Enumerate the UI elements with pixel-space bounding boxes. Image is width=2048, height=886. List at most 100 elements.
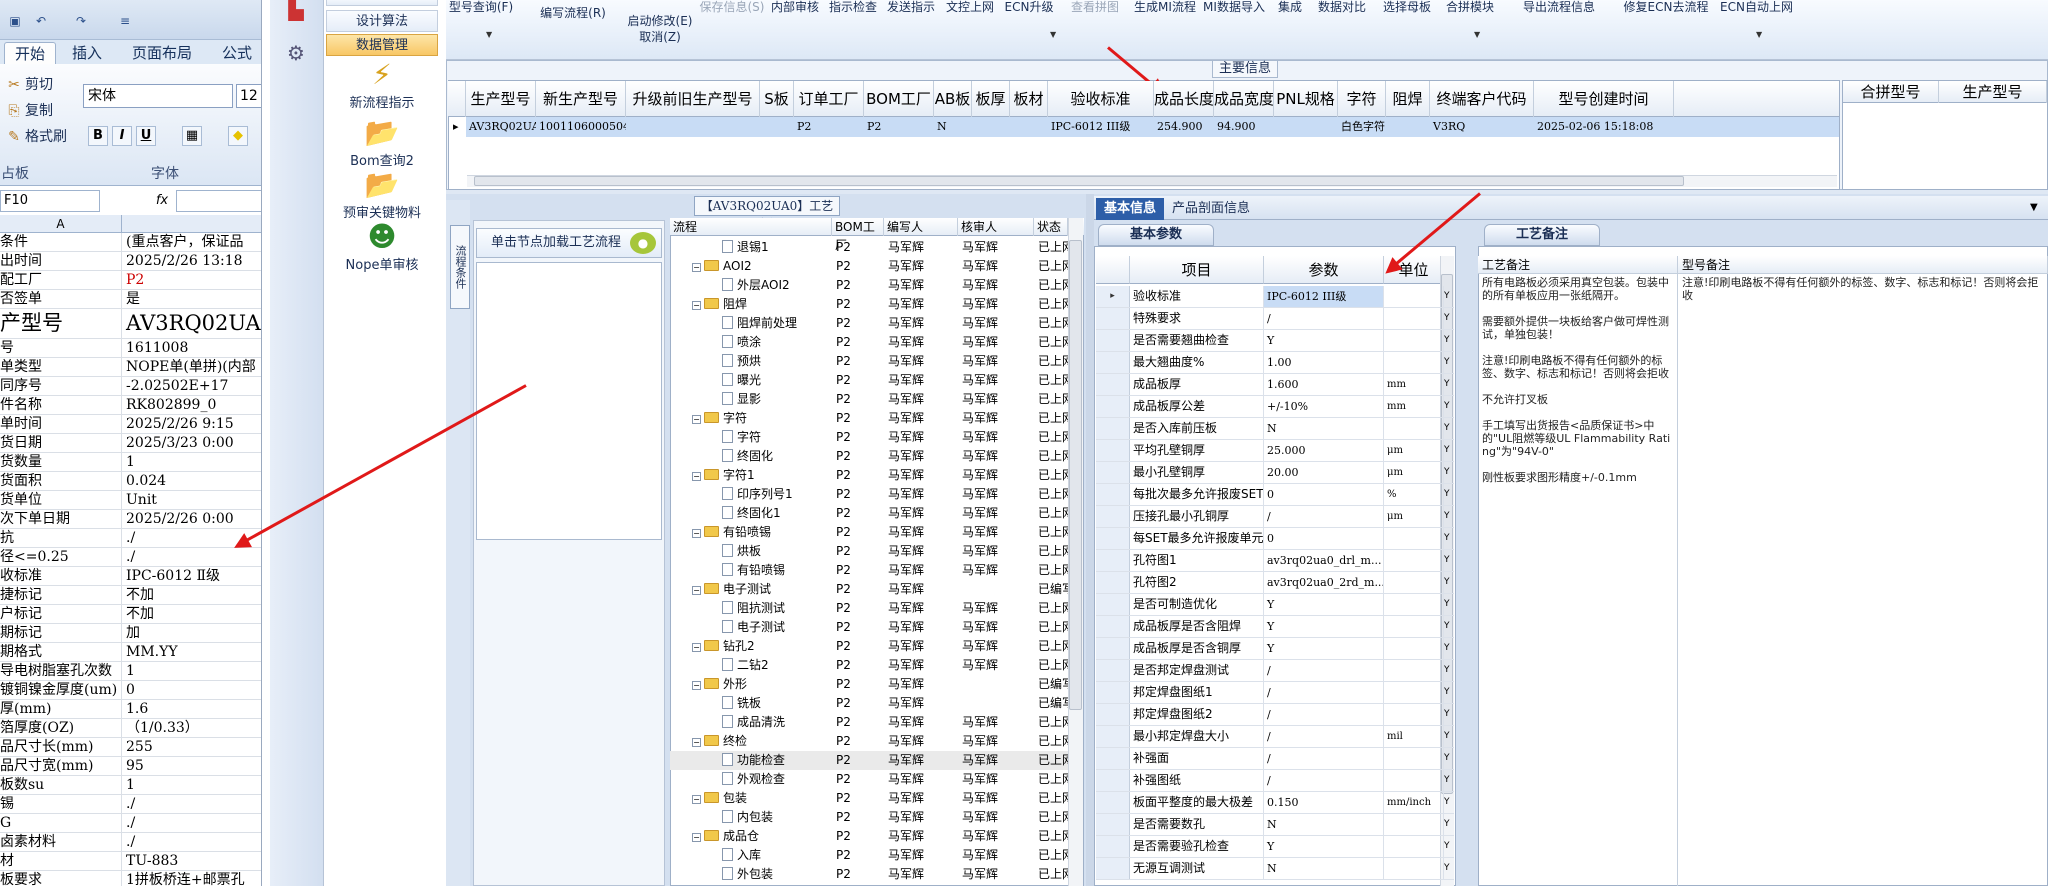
main-info-col-header[interactable]: 订单工厂 bbox=[794, 81, 864, 117]
underline-button[interactable]: U bbox=[136, 126, 156, 146]
tree-row[interactable]: 曝光 P2 马军辉 马军辉 已上网 bbox=[670, 371, 1068, 390]
cell-b[interactable]: 不加 bbox=[122, 586, 261, 604]
param-row[interactable]: 孔符图1 av3rq02ua0_drl_m... Y bbox=[1096, 550, 1454, 572]
param-value[interactable]: 0.150 bbox=[1264, 792, 1384, 813]
cell-a[interactable]: 导电树脂塞孔次数 bbox=[0, 662, 122, 680]
tab-home[interactable]: 开始 bbox=[4, 42, 57, 64]
tree-node[interactable]: 阻抗测试 bbox=[670, 599, 832, 618]
format-painter-button[interactable]: ✎ 格式刷 bbox=[6, 126, 67, 146]
tree-row[interactable]: 入库 P2 马军辉 马军辉 已上网 bbox=[670, 846, 1068, 865]
tree-node[interactable]: 退锡1 bbox=[670, 238, 832, 257]
merge-model-col-header[interactable]: 合拼型号 bbox=[1843, 81, 1939, 103]
cell-a[interactable]: 捷标记 bbox=[0, 586, 122, 604]
cell-a[interactable]: 单时间 bbox=[0, 415, 122, 433]
tree-row[interactable]: − AOI2 P2 马军辉 马军辉 已上网 bbox=[670, 257, 1068, 276]
main-info-cell[interactable]: IPC-6012 III级 bbox=[1048, 117, 1154, 137]
cell-a[interactable]: 箔厚度(OZ) bbox=[0, 719, 122, 737]
tree-node[interactable]: 有铅喷锡 bbox=[670, 561, 832, 580]
cell-a[interactable]: 次下单日期 bbox=[0, 510, 122, 528]
tree-row[interactable]: 功能检查 P2 马军辉 马军辉 已上网 bbox=[670, 751, 1068, 770]
cell-b[interactable]: 255 bbox=[122, 738, 261, 756]
param-row[interactable]: 特殊要求 / Y bbox=[1096, 308, 1454, 330]
param-value[interactable]: av3rq02ua0_drl_m... bbox=[1264, 550, 1384, 571]
param-row[interactable]: 孔符图2 av3rq02ua0_2rd_m... Y bbox=[1096, 572, 1454, 594]
param-row[interactable]: 平均孔壁铜厚 25.000 μm Y bbox=[1096, 440, 1454, 462]
process-tree-vscroll-thumb[interactable] bbox=[1069, 240, 1082, 710]
cell-b[interactable]: 2025/2/26 9:15 bbox=[122, 415, 261, 433]
factory-icon[interactable]: ▙ bbox=[278, 0, 314, 24]
column-header-a[interactable]: A bbox=[0, 215, 122, 233]
param-row[interactable]: 邦定焊盘图纸2/ Y bbox=[1096, 704, 1454, 726]
main-info-col-header[interactable]: 字符 bbox=[1338, 81, 1386, 117]
tree-row[interactable]: − 包装 P2 马军辉 马军辉 已上网 bbox=[670, 789, 1068, 808]
collapse-icon[interactable]: − bbox=[692, 472, 701, 481]
cell-a[interactable]: 材 bbox=[0, 852, 122, 870]
toolbar-button[interactable]: 编写流程(R) bbox=[530, 4, 616, 21]
merge-model-col-header[interactable]: 生产型号 bbox=[1939, 81, 2047, 103]
font-size-select[interactable]: 12 bbox=[236, 84, 261, 108]
undo-icon[interactable]: ↶ bbox=[34, 14, 48, 28]
cell-a[interactable]: 户标记 bbox=[0, 605, 122, 623]
cell-b[interactable]: 0 bbox=[122, 681, 261, 699]
param-value[interactable]: Y bbox=[1264, 638, 1384, 659]
param-value[interactable]: Y bbox=[1264, 616, 1384, 637]
tree-row[interactable]: 内包装 P2 马军辉 马军辉 已上网 bbox=[670, 808, 1068, 827]
cell-a[interactable]: G bbox=[0, 814, 122, 832]
toolbar-button[interactable]: 查看拼图 bbox=[1062, 0, 1128, 15]
param-row[interactable]: 无源互调测试 N Y bbox=[1096, 858, 1454, 880]
cell-b[interactable]: 95 bbox=[122, 757, 261, 775]
dropdown-arrow-icon[interactable]: ▼ bbox=[1474, 30, 1480, 39]
col-header-bom-factory[interactable]: BOM工厂 bbox=[832, 218, 884, 252]
main-info-col-header[interactable]: 新生产型号 bbox=[536, 81, 626, 117]
cell-b[interactable]: AV3RQ02UA0 bbox=[122, 309, 261, 338]
main-info-cell[interactable]: N bbox=[934, 117, 972, 137]
param-row[interactable]: 补强面 / Y bbox=[1096, 748, 1454, 770]
tree-row[interactable]: 喷涂 P2 马军辉 马军辉 已上网 bbox=[670, 333, 1068, 352]
dropdown-arrow-icon[interactable]: ▼ bbox=[1050, 30, 1056, 39]
col-header-param[interactable]: 参数 bbox=[1264, 256, 1384, 284]
param-row[interactable]: 是否入库前压板 N Y bbox=[1096, 418, 1454, 440]
cell-a[interactable]: 卤素材料 bbox=[0, 833, 122, 851]
tree-row[interactable]: 阻抗测试 P2 马军辉 马军辉 已上网 bbox=[670, 599, 1068, 618]
cell-b[interactable]: 不加 bbox=[122, 605, 261, 623]
bom-query2-button[interactable]: 📂 Bom查询2 bbox=[330, 116, 434, 169]
tree-node[interactable]: − AOI2 bbox=[670, 257, 832, 276]
flow-conditions-tab[interactable]: 流程条件 bbox=[450, 225, 470, 309]
cell-b[interactable]: 2025/2/26 13:18 bbox=[122, 252, 261, 270]
toolbar-button[interactable]: 指示检查 bbox=[826, 0, 880, 15]
font-name-select[interactable]: 宋体 bbox=[83, 84, 233, 108]
param-value[interactable]: / bbox=[1264, 682, 1384, 703]
copy-button[interactable]: ⎘ 复制 bbox=[6, 100, 53, 120]
panel-splitter[interactable] bbox=[1086, 194, 1094, 886]
machine-icon[interactable]: ⚙ bbox=[278, 38, 314, 68]
param-value[interactable]: / bbox=[1264, 748, 1384, 769]
collapse-icon[interactable]: − bbox=[692, 681, 701, 690]
param-value[interactable]: 20.00 bbox=[1264, 462, 1384, 483]
cell-a[interactable]: 期标记 bbox=[0, 624, 122, 642]
cell-b[interactable]: TU-883 bbox=[122, 852, 261, 870]
tree-node[interactable]: 曝光 bbox=[670, 371, 832, 390]
cell-a[interactable]: 品尺寸宽(mm) bbox=[0, 757, 122, 775]
param-row[interactable]: 是否可制造优化 Y Y bbox=[1096, 594, 1454, 616]
param-value[interactable]: 0 bbox=[1264, 484, 1384, 505]
cell-a[interactable]: 号 bbox=[0, 339, 122, 357]
cell-b[interactable]: RK802899_0 bbox=[122, 396, 261, 414]
tree-node[interactable]: 显影 bbox=[670, 390, 832, 409]
tree-node[interactable]: 外观检查 bbox=[670, 770, 832, 789]
tree-row[interactable]: − 字符 P2 马军辉 马军辉 已上网 bbox=[670, 409, 1068, 428]
cell-b[interactable]: Unit bbox=[122, 491, 261, 509]
tree-node[interactable]: − 字符 bbox=[670, 409, 832, 428]
col-header-status[interactable]: 状态 bbox=[1034, 218, 1068, 236]
param-row[interactable]: 每批次最多允许报废SET 0% Y bbox=[1096, 484, 1454, 506]
param-value[interactable]: / bbox=[1264, 660, 1384, 681]
cell-b[interactable]: 1 bbox=[122, 453, 261, 471]
cell-b[interactable]: 1 bbox=[122, 662, 261, 680]
dropdown-arrow-icon[interactable]: ▼ bbox=[486, 30, 492, 39]
model-note-text[interactable]: 注意!印刷电路板不得有任何额外的标签、数字、标志和标记！否则将会拒收 bbox=[1682, 276, 2044, 882]
tree-row[interactable]: − 终检 P2 马军辉 马军辉 已上网 bbox=[670, 732, 1068, 751]
insert-function-icon[interactable]: fx bbox=[152, 190, 172, 212]
tree-node[interactable]: 烘板 bbox=[670, 542, 832, 561]
cell-a[interactable]: 出时间 bbox=[0, 252, 122, 270]
param-value[interactable]: Y bbox=[1264, 594, 1384, 615]
main-info-hscroll-thumb[interactable] bbox=[474, 176, 1684, 186]
